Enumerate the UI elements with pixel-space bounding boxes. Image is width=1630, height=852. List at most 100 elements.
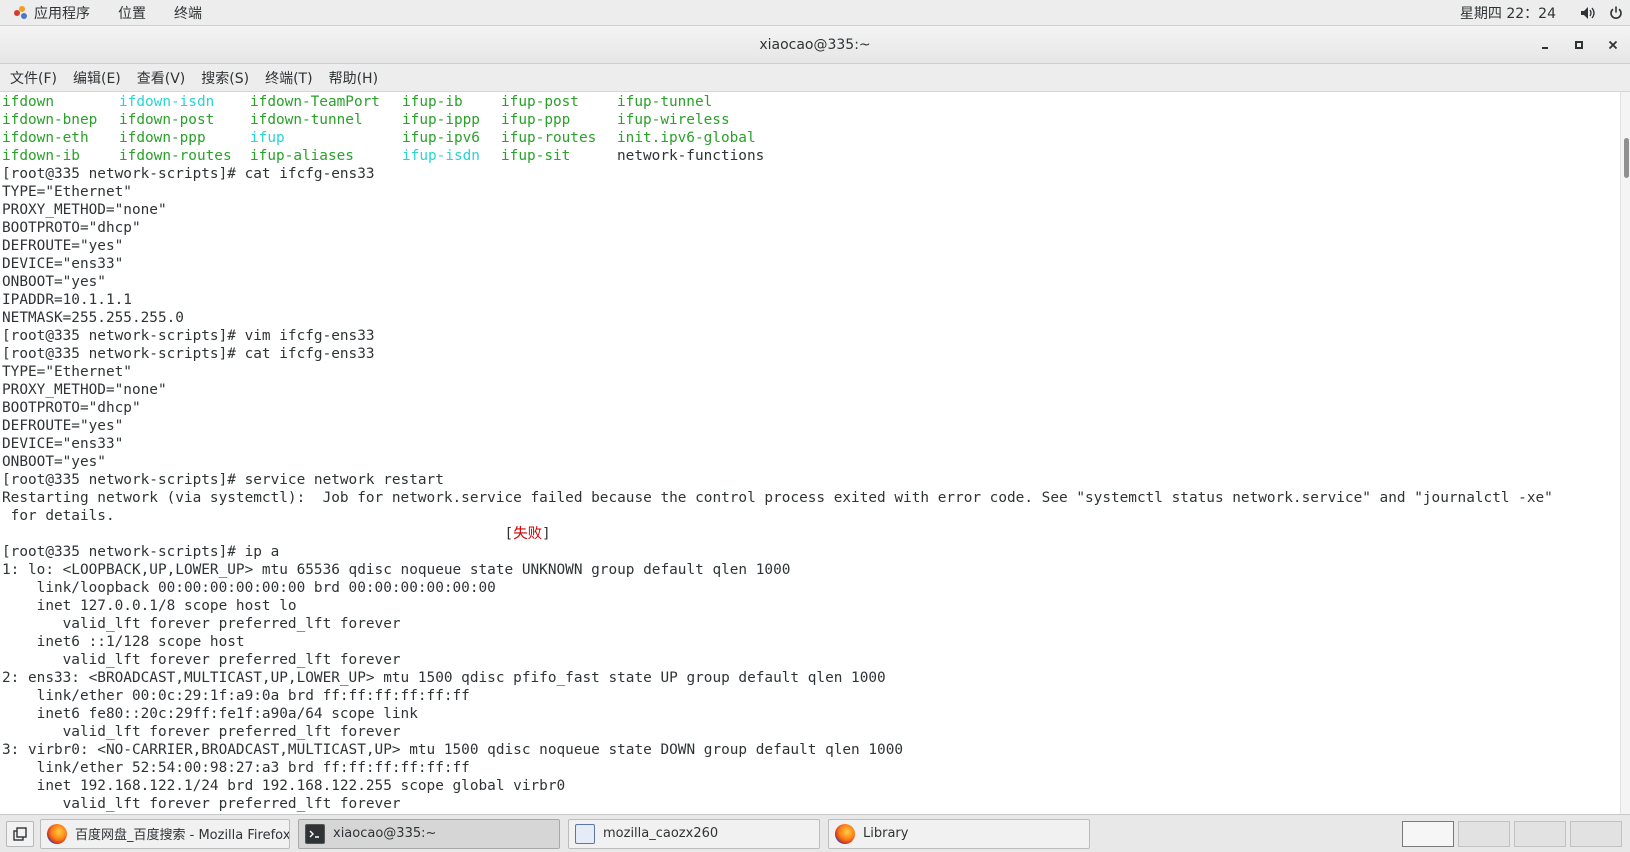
- close-button[interactable]: [1596, 26, 1630, 64]
- terminal-line: valid_lft forever preferred_lft forever: [2, 724, 401, 740]
- menu-view[interactable]: 查看(V): [129, 64, 194, 92]
- firefox-icon: [835, 823, 855, 844]
- ls-entry: ifdown-TeamPort: [250, 94, 380, 110]
- fail-padding: [2, 526, 505, 542]
- terminal-line: ONBOOT="yes": [2, 454, 106, 470]
- terminal-line: TYPE="Ethernet": [2, 364, 132, 380]
- ls-entry: ifup-ppp: [501, 112, 571, 128]
- ls-entry: ifdown-isdn: [119, 94, 215, 110]
- terminal-line: for details.: [2, 508, 115, 524]
- task-label: Library: [863, 826, 909, 841]
- minimize-icon: [1542, 47, 1548, 49]
- minimize-button[interactable]: [1528, 26, 1562, 64]
- maximize-button[interactable]: [1562, 26, 1596, 64]
- ls-entry: ifdown-routes: [119, 148, 232, 164]
- terminal-line: [root@335 network-scripts]# cat ifcfg-en…: [2, 166, 375, 182]
- terminal-scrollbar[interactable]: [1620, 92, 1630, 814]
- clock[interactable]: 星期四 22：24: [1442, 3, 1574, 23]
- ls-entry: ifup-isdn: [402, 148, 480, 164]
- terminal-line: valid_lft forever preferred_lft forever: [2, 796, 401, 812]
- ls-listing: ifdown ifdown-isdn ifdown-TeamPort ifup-ib i…: [2, 93, 1620, 165]
- terminal-output[interactable]: ifdown ifdown-isdn ifdown-TeamPort ifup-ib i…: [0, 92, 1620, 814]
- show-desktop-button[interactable]: [6, 820, 34, 847]
- terminal-line: inet 192.168.122.1/24 brd 192.168.122.25…: [2, 778, 566, 794]
- menu-help[interactable]: 帮助(H): [321, 64, 386, 92]
- terminal-line: DEVICE="ens33": [2, 436, 124, 452]
- applications-menu[interactable]: 应用程序: [0, 0, 104, 26]
- top-panel: 应用程序 位置 终端 星期四 22：24: [0, 0, 1630, 26]
- terminal-icon: [305, 823, 325, 844]
- task-terminal[interactable]: xiaocao@335:~: [298, 818, 560, 849]
- gnome-foot-icon: [14, 5, 28, 20]
- terminal-line: BOOTPROTO="dhcp": [2, 220, 141, 236]
- maximize-icon: [1575, 41, 1583, 49]
- ls-entry: ifup-tunnel: [617, 94, 713, 110]
- terminal-line: 1: lo: <LOOPBACK,UP,LOWER_UP> mtu 65536 …: [2, 562, 791, 578]
- ls-entry: init.ipv6-global: [617, 130, 756, 146]
- menu-search[interactable]: 搜索(S): [193, 64, 257, 92]
- terminal-line: link/loopback 00:00:00:00:00:00 brd 00:0…: [2, 580, 496, 596]
- ls-entry: ifup-routes: [501, 130, 597, 146]
- ls-entry: ifup-ippp: [402, 112, 480, 128]
- terminal-line: IPADDR=10.1.1.1: [2, 292, 132, 308]
- ls-entry: ifup-wireless: [617, 112, 730, 128]
- ls-entry: ifdown-bnep: [2, 112, 98, 128]
- power-icon[interactable]: [1602, 0, 1630, 26]
- terminal-line: [root@335 network-scripts]# vim ifcfg-en…: [2, 328, 375, 344]
- ls-entry: ifup-ipv6: [402, 130, 480, 146]
- terminal-app-menu[interactable]: 终端: [160, 0, 216, 26]
- show-desktop-icon: [13, 826, 27, 841]
- task-mozilla-folder[interactable]: mozilla_caozx260: [568, 818, 820, 849]
- ls-entry: ifup-ib: [402, 94, 463, 110]
- ls-entry: ifup-post: [501, 94, 579, 110]
- ls-row: ifdown-eth ifdown-ppp ifup ifup-ipv6 ifup-ro…: [2, 129, 1620, 147]
- menu-file[interactable]: 文件(F): [2, 64, 65, 92]
- scrollbar-thumb[interactable]: [1624, 138, 1629, 178]
- applications-label: 应用程序: [34, 5, 90, 22]
- workspace-2[interactable]: [1458, 820, 1510, 847]
- workspace-4[interactable]: [1570, 820, 1622, 847]
- ls-entry: ifup-aliases: [250, 148, 354, 164]
- task-label: mozilla_caozx260: [603, 826, 719, 841]
- taskbar: 百度网盘_百度搜索 - Mozilla Firefox xiaocao@335:…: [0, 814, 1630, 852]
- task-firefox-baidu[interactable]: 百度网盘_百度搜索 - Mozilla Firefox: [40, 818, 290, 849]
- terminal-line: valid_lft forever preferred_lft forever: [2, 616, 401, 632]
- ls-entry: ifdown-ib: [2, 148, 80, 164]
- menubar: 文件(F) 编辑(E) 查看(V) 搜索(S) 终端(T) 帮助(H): [0, 64, 1630, 92]
- places-menu[interactable]: 位置: [104, 0, 160, 26]
- terminal-line: link/ether 52:54:00:98:27:a3 brd ff:ff:f…: [2, 760, 470, 776]
- fail-bracket-close: ]: [541, 526, 551, 542]
- menu-terminal[interactable]: 终端(T): [257, 64, 320, 92]
- terminal-line: DEFROUTE="yes": [2, 418, 124, 434]
- terminal-line: [root@335 network-scripts]# cat ifcfg-en…: [2, 346, 375, 362]
- ls-row: ifdown-bnep ifdown-post ifdown-tunnel ifup-…: [2, 111, 1620, 129]
- task-firefox-library[interactable]: Library: [828, 818, 1090, 849]
- ls-row: ifdown ifdown-isdn ifdown-TeamPort ifup-ib i…: [2, 93, 1620, 111]
- workspace-switcher: [1398, 820, 1622, 847]
- fail-status-text: 失败: [513, 526, 542, 542]
- terminal-line: [root@335 network-scripts]# service netw…: [2, 472, 444, 488]
- workspace-3[interactable]: [1514, 820, 1566, 847]
- volume-icon[interactable]: [1574, 0, 1602, 26]
- terminal-line: 3: virbr0: <NO-CARRIER,BROADCAST,MULTICA…: [2, 742, 904, 758]
- terminal-line: TYPE="Ethernet": [2, 184, 132, 200]
- ls-entry: ifup-sit: [501, 148, 571, 164]
- terminal-line: PROXY_METHOD="none": [2, 202, 167, 218]
- ls-entry: ifup: [250, 130, 285, 146]
- terminal-line: inet6 ::1/128 scope host: [2, 634, 245, 650]
- fail-status-line: [失败]: [2, 525, 1620, 543]
- terminal-line: inet6 fe80::20c:29ff:fe1f:a90a/64 scope …: [2, 706, 418, 722]
- menu-edit[interactable]: 编辑(E): [65, 64, 129, 92]
- document-icon: [575, 823, 595, 844]
- workspace-1[interactable]: [1402, 820, 1454, 847]
- terminal-line: PROXY_METHOD="none": [2, 382, 167, 398]
- firefox-icon: [47, 823, 67, 844]
- ls-entry: ifdown: [2, 94, 54, 110]
- terminal-line: link/ether 00:0c:29:1f:a9:0a brd ff:ff:f…: [2, 688, 470, 704]
- terminal-line: Restarting network (via systemctl): Job …: [2, 490, 1553, 506]
- terminal-line: [root@335 network-scripts]# ip a: [2, 544, 280, 560]
- ls-entry: ifdown-ppp: [119, 130, 206, 146]
- ls-row: ifdown-ib ifdown-routes ifup-aliases ifup-i…: [2, 147, 1620, 165]
- window-titlebar[interactable]: xiaocao@335:~: [0, 26, 1630, 64]
- fail-bracket-open: [: [504, 526, 514, 542]
